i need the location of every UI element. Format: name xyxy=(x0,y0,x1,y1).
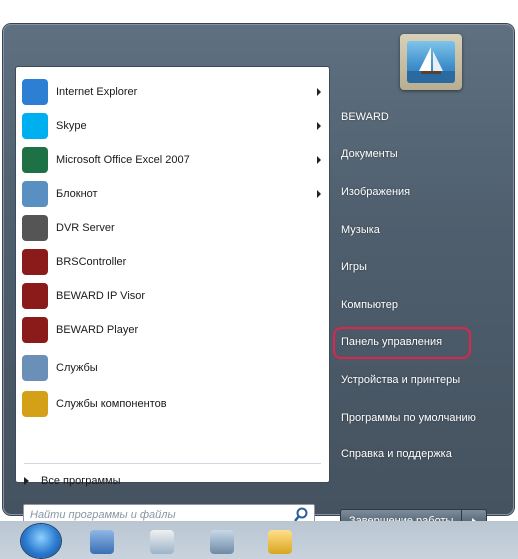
right-menu-item[interactable]: Документы xyxy=(341,141,398,167)
taskbar xyxy=(0,521,518,559)
program-item[interactable]: BRSController xyxy=(20,245,325,279)
dvr-server-icon xyxy=(22,215,48,241)
programs-pane: Internet Explorer Skype Microsoft Office E… xyxy=(15,66,330,487)
program-label: BRSController xyxy=(56,256,127,268)
program-label: BEWARD Player xyxy=(56,324,139,336)
arrow-right-icon xyxy=(24,477,29,485)
program-item[interactable]: DVR Server xyxy=(20,211,325,245)
right-menu-item[interactable]: Музыка xyxy=(341,217,380,243)
skype-icon xyxy=(22,113,48,139)
program-item[interactable]: Microsoft Office Excel 2007 xyxy=(20,143,325,177)
program-label: Skype xyxy=(56,120,87,132)
beward-logo-icon xyxy=(22,249,48,275)
program-item[interactable]: Блокнот xyxy=(20,177,325,211)
notepad-icon xyxy=(22,181,48,207)
right-menu-item[interactable]: Справка и поддержка xyxy=(341,441,452,467)
paint-icon[interactable] xyxy=(150,530,174,554)
program-label: Службы компонентов xyxy=(56,398,167,410)
program-label: Службы xyxy=(56,362,98,374)
explorer-folder-icon[interactable] xyxy=(268,530,292,554)
right-menu-item[interactable]: Игры xyxy=(341,254,367,280)
right-menu-item[interactable]: Компьютер xyxy=(341,292,398,318)
start-orb-icon[interactable] xyxy=(21,524,61,558)
services-gear-icon xyxy=(22,355,48,381)
program-item[interactable]: BEWARD Player xyxy=(20,313,325,347)
program-item[interactable]: BEWARD IP Visor xyxy=(20,279,325,313)
program-label: DVR Server xyxy=(56,222,115,234)
all-programs-button[interactable]: Все программы xyxy=(24,471,120,491)
highlight-annotation xyxy=(333,327,471,359)
search-input[interactable] xyxy=(24,508,290,522)
component-services-icon xyxy=(22,391,48,417)
submenu-arrow-icon[interactable] xyxy=(317,156,321,164)
submenu-arrow-icon[interactable] xyxy=(317,122,321,130)
beward-logo-icon xyxy=(22,283,48,309)
right-menu-item[interactable]: BEWARD xyxy=(341,104,389,130)
right-menu-item[interactable]: Изображения xyxy=(341,179,410,205)
submenu-arrow-icon[interactable] xyxy=(317,190,321,198)
program-item[interactable]: Службы компонентов xyxy=(20,387,325,421)
program-item[interactable]: Skype xyxy=(20,109,325,143)
program-item[interactable]: Internet Explorer xyxy=(20,75,325,109)
media-player-icon[interactable] xyxy=(90,530,114,554)
snipping-tool-icon[interactable] xyxy=(210,530,234,554)
program-item[interactable]: Службы xyxy=(20,351,325,385)
program-label: Блокнот xyxy=(56,188,98,200)
program-label: Microsoft Office Excel 2007 xyxy=(56,154,190,166)
beward-logo-icon xyxy=(22,317,48,343)
right-menu-item[interactable]: Устройства и принтеры xyxy=(341,367,460,393)
right-menu-item[interactable]: Программы по умолчанию xyxy=(341,405,476,431)
program-label: BEWARD IP Visor xyxy=(56,290,146,302)
user-picture[interactable] xyxy=(400,34,462,90)
start-menu: Internet Explorer Skype Microsoft Office E… xyxy=(3,24,514,533)
excel-icon xyxy=(22,147,48,173)
program-label: Internet Explorer xyxy=(56,86,138,98)
internet-explorer-icon xyxy=(22,79,48,105)
submenu-arrow-icon[interactable] xyxy=(317,88,321,96)
all-programs-label: Все программы xyxy=(41,475,121,487)
separator xyxy=(24,463,321,464)
